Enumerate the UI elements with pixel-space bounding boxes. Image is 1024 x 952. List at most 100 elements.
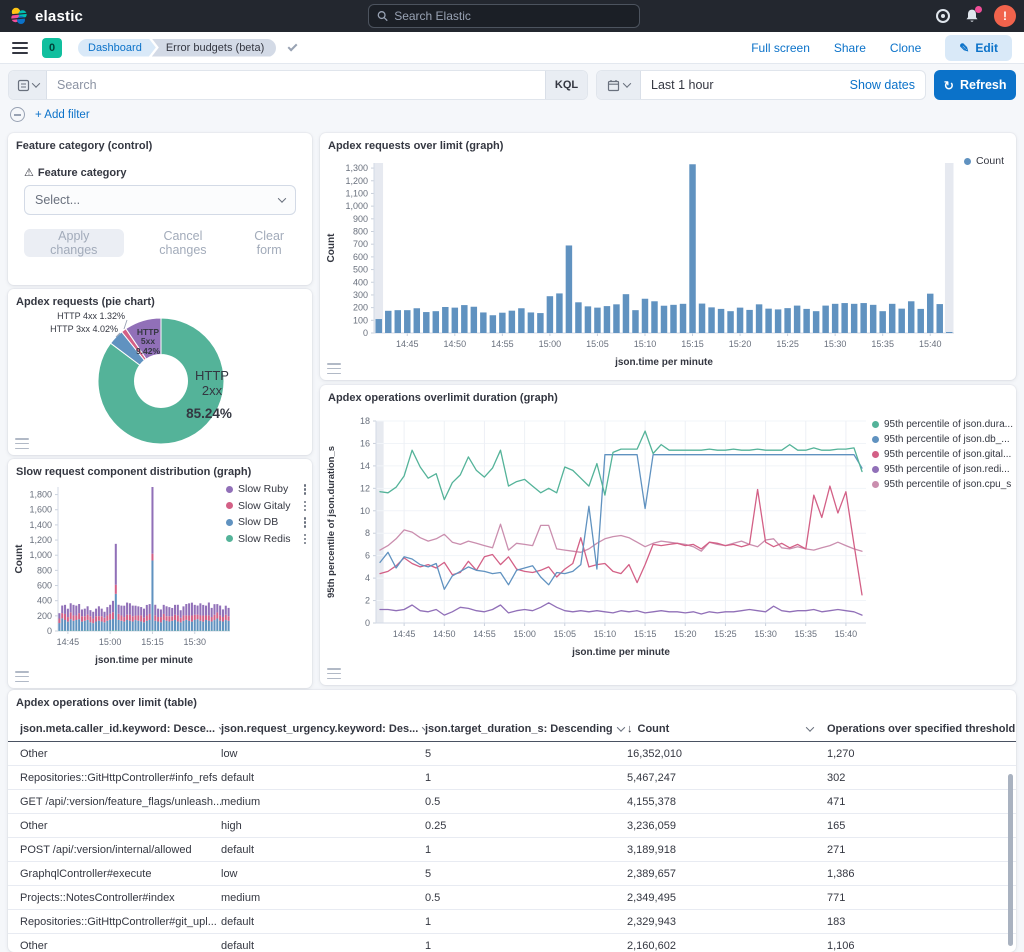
y-tick-label: 1,000 [345,201,368,211]
edit-button[interactable]: ✎ Edit [945,35,1012,61]
table-column-header[interactable]: ↓Count [627,717,827,741]
share-link[interactable]: Share [834,41,866,55]
column-header-label: json.target_duration_s: Descending [425,723,613,735]
notifications-bell-icon[interactable] [964,8,980,24]
x-tick-label: 15:05 [554,629,577,639]
y-tick-label: 8 [365,528,370,538]
panel-options-icon[interactable] [15,671,29,682]
legend-item[interactable]: 95th percentile of json.dura... [872,419,1014,430]
apply-changes-button[interactable]: Apply changes [24,229,124,257]
legend-item[interactable]: Slow DB [226,516,308,529]
cancel-changes-button[interactable]: Cancel changes [142,229,225,257]
check-icon [288,41,298,51]
legend-menu-icon[interactable] [302,483,309,496]
table-cell: 0.25 [425,814,627,837]
table-column-header[interactable]: json.meta.caller_id.keyword: Desce... [20,717,221,741]
show-dates-link[interactable]: Show dates [840,71,925,99]
column-header-label: Operations over specified threshold... [827,723,1016,735]
feature-category-select[interactable]: Select... [24,185,296,215]
panel-options-icon[interactable] [15,438,29,449]
y-tick-label: 1,200 [29,535,52,545]
y-tick-label: 100 [353,315,368,325]
pie-slice-label: 5xx [141,336,155,346]
x-tick-label: 15:40 [835,629,858,639]
table-row: Repositories::GitHttpController#git_upl.… [8,910,1016,934]
y-tick-label: 0 [363,328,368,338]
y-tick-label: 14 [360,461,370,471]
refresh-button[interactable]: ↻ Refresh [934,70,1016,100]
add-filter-link[interactable]: + Add filter [35,109,90,121]
legend-menu-icon[interactable] [302,500,309,513]
user-avatar[interactable]: ! [994,5,1016,27]
legend-item[interactable]: Slow Redis [226,533,308,546]
global-header: elastic ! [0,0,1024,32]
panel-title: Apdex requests over limit (graph) [320,133,1016,152]
x-tick-label: 15:10 [634,339,657,349]
y-tick-label: 1,300 [345,163,368,173]
nav-badge[interactable]: 0 [42,38,62,58]
panel-options-icon[interactable] [327,668,341,679]
filter-options-icon[interactable] [10,107,25,122]
clear-form-button[interactable]: Clear form [242,229,296,257]
table-cell: 1 [425,934,627,952]
table-cell: low [221,862,425,885]
clone-link[interactable]: Clone [890,41,921,55]
global-search[interactable] [368,4,640,28]
elastic-logo[interactable]: elastic [10,7,83,25]
table-cell: 165 [827,814,1016,837]
y-tick-label: 0 [47,626,52,636]
pie-slice-label: HTTP [195,368,229,383]
legend-item[interactable]: 95th percentile of json.redi... [872,464,1014,475]
table-header-row: json.meta.caller_id.keyword: Desce...jso… [8,717,1016,742]
saved-query-menu-button[interactable] [9,71,47,99]
panel-options-icon[interactable] [327,363,341,374]
table-cell: 2,160,602 [627,934,827,952]
table-column-header[interactable]: json.request_urgency.keyword: Des... [221,717,425,741]
legend-label: 95th percentile of json.dura... [884,419,1013,430]
breadcrumb-dashboard[interactable]: Dashboard [78,39,156,57]
x-tick-label: 15:30 [824,339,847,349]
table-cell: default [221,910,425,933]
table-column-header[interactable]: Operations over specified threshold... [827,717,1016,741]
table-row: GET /api/:version/feature_flags/unleash.… [8,790,1016,814]
y-tick-label: 18 [360,416,370,426]
legend-menu-icon[interactable] [302,516,309,529]
legend-color-dot [872,451,879,458]
global-search-input[interactable] [394,9,631,23]
legend-item[interactable]: Slow Gitaly [226,500,308,513]
table-scrollbar[interactable] [1008,774,1013,946]
table-cell: 771 [827,886,1016,909]
legend-item[interactable]: Slow Ruby [226,483,308,496]
y-tick-label: 300 [353,290,368,300]
table-cell: 3,236,059 [627,814,827,837]
menu-hamburger-icon[interactable] [12,42,28,54]
panel-title: Feature category (control) [8,133,312,152]
brand-wordmark: elastic [35,8,83,25]
x-tick-label: 15:15 [681,339,704,349]
legend-color-dot [226,519,233,526]
query-search-input[interactable] [47,71,545,99]
table-cell: 302 [827,766,1016,789]
table-column-header[interactable]: json.target_duration_s: Descending [425,717,627,741]
legend-item[interactable]: Count [964,155,1004,167]
full-screen-link[interactable]: Full screen [751,41,810,55]
kql-language-button[interactable]: KQL [545,71,587,99]
legend-item[interactable]: 95th percentile of json.db_... [872,434,1014,445]
table-cell: Other [20,742,221,765]
date-quick-select-button[interactable] [597,71,641,99]
table-cell: high [221,814,425,837]
time-range-button[interactable]: Last 1 hour [641,71,840,99]
apdex-requests-pie-panel: Apdex requests (pie chart) HTTP 4xx 1.32… [8,289,312,455]
chevron-down-icon [623,79,631,87]
table-cell: 1,270 [827,742,1016,765]
x-tick-label: 15:30 [183,637,206,647]
y-axis-label: 95th percentile of json.duration_s [326,446,337,598]
legend-item[interactable]: 95th percentile of json.gital... [872,449,1014,460]
legend-label: Slow Ruby [238,483,288,495]
legend-item[interactable]: 95th percentile of json.cpu_s [872,479,1014,490]
legend-menu-icon[interactable] [302,533,309,546]
help-icon[interactable] [936,9,950,23]
legend-color-dot [872,466,879,473]
line-chart-canvas: 02468101214161814:4514:5014:5515:0015:05… [322,415,882,675]
chevron-down-icon [806,723,814,731]
